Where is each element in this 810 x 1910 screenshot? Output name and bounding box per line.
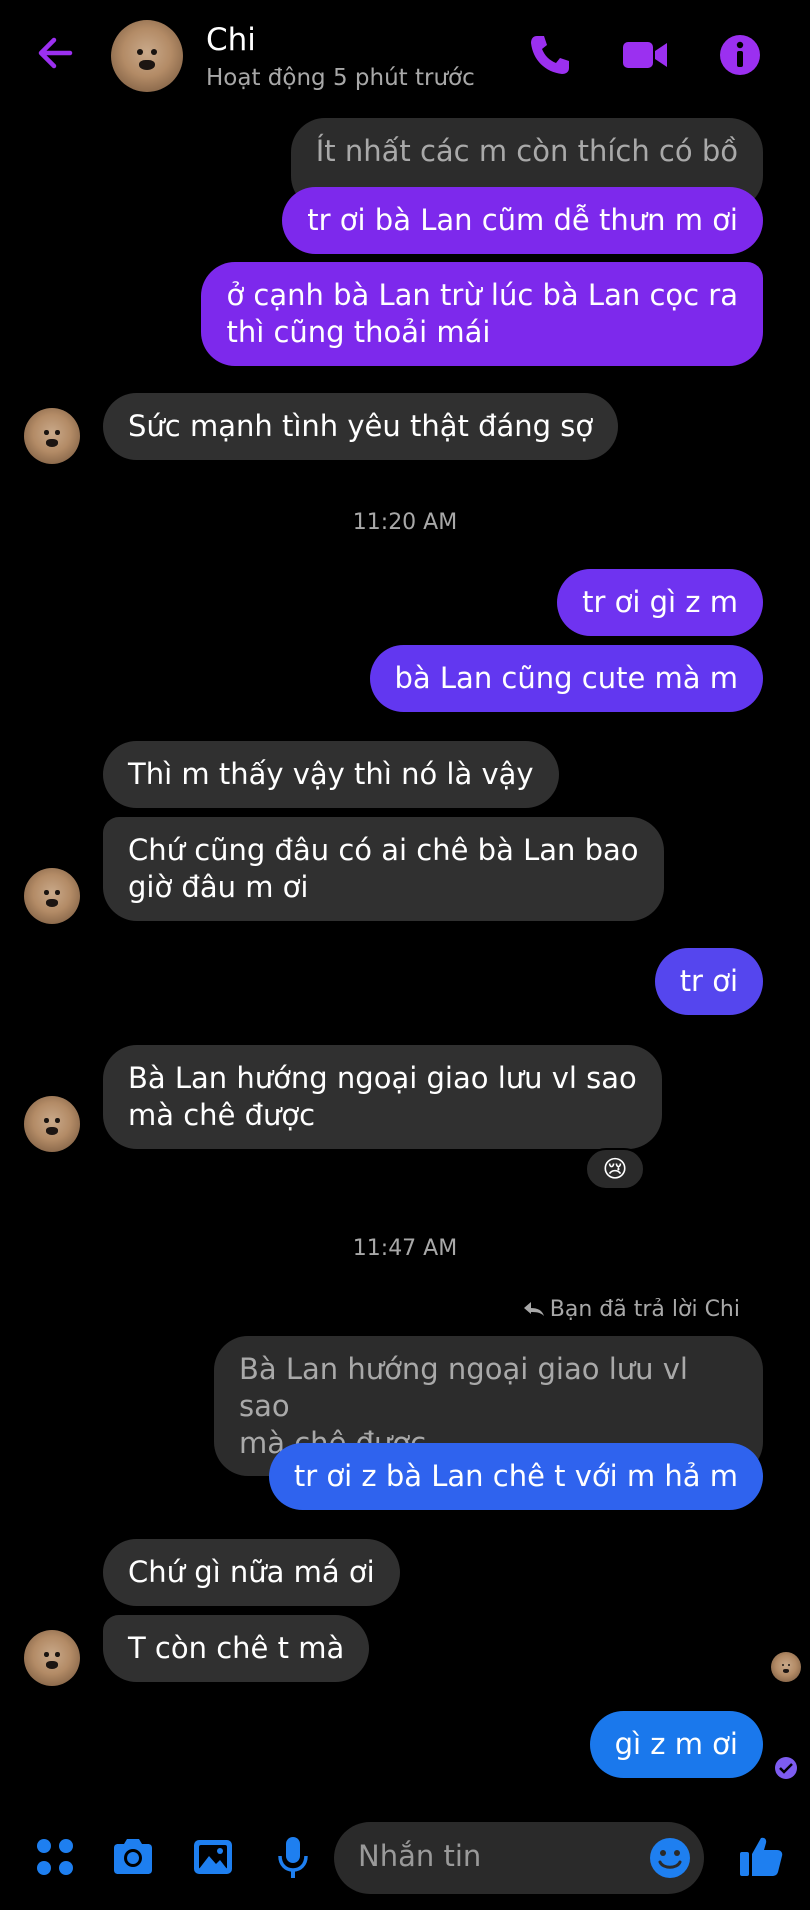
sender-avatar[interactable] bbox=[24, 1096, 80, 1152]
reaction-badge[interactable]: 😢 bbox=[585, 1148, 645, 1190]
seen-avatar bbox=[771, 1652, 801, 1682]
contact-name[interactable]: Chi bbox=[206, 22, 256, 58]
timestamp: 11:20 AM bbox=[352, 510, 458, 535]
message-text: Bà Lan hướng ngoại giao lưu vl sao bbox=[128, 1061, 637, 1095]
incoming-message[interactable]: Chứ gì nữa má ơi bbox=[103, 1539, 400, 1606]
video-camera-icon[interactable] bbox=[620, 30, 670, 80]
delivered-check-icon bbox=[775, 1757, 797, 1779]
outgoing-message[interactable]: tr ơi gì z m bbox=[557, 569, 763, 636]
message-text: Thì m thấy vậy thì nó là vậy bbox=[128, 757, 534, 791]
reply-arrow-icon bbox=[523, 1302, 544, 1316]
message-text: tr ơi z bà Lan chê t với m hả m bbox=[293, 1459, 738, 1493]
camera-icon[interactable] bbox=[110, 1834, 156, 1880]
message-input-placeholder: Nhắn tin bbox=[358, 1839, 482, 1873]
message-text: Ít nhất các m còn thích có bồ bbox=[315, 134, 738, 168]
message-text: Sức mạnh tình yêu thật đáng sợ bbox=[128, 409, 594, 443]
contact-avatar[interactable] bbox=[111, 20, 183, 92]
outgoing-message[interactable]: tr ơi bà Lan cũm dễ thưn m ơi bbox=[282, 187, 763, 254]
microphone-icon[interactable] bbox=[270, 1834, 316, 1880]
message-text: T còn chê t mà bbox=[128, 1631, 345, 1665]
sender-avatar[interactable] bbox=[24, 1630, 80, 1686]
message-text: gì z m ơi bbox=[614, 1727, 738, 1761]
message-text: Chứ gì nữa má ơi bbox=[128, 1555, 375, 1589]
outgoing-message[interactable]: tr ơi z bà Lan chê t với m hả m bbox=[268, 1443, 763, 1510]
image-icon[interactable] bbox=[190, 1834, 236, 1880]
message-text: ở cạnh bà Lan trừ lúc bà Lan cọc ra bbox=[226, 278, 738, 312]
outgoing-message[interactable]: tr ơi bbox=[654, 948, 763, 1015]
active-status: Hoạt động 5 phút trước bbox=[206, 65, 475, 91]
thumbs-up-icon[interactable] bbox=[737, 1832, 785, 1880]
smiley-icon[interactable] bbox=[648, 1836, 692, 1880]
sender-avatar[interactable] bbox=[24, 868, 80, 924]
message-text: tr ơi bà Lan cũm dễ thưn m ơi bbox=[307, 203, 738, 237]
reply-indicator: Bạn đã trả lời Chi bbox=[522, 1297, 740, 1322]
message-text: bà Lan cũng cute mà m bbox=[394, 661, 739, 695]
message-text: Bà Lan hướng ngoại giao lưu vl sao bbox=[239, 1352, 688, 1423]
timestamp: 11:47 AM bbox=[352, 1236, 458, 1261]
incoming-message[interactable]: Bà Lan hướng ngoại giao lưu vl sao mà ch… bbox=[103, 1045, 662, 1149]
outgoing-message[interactable]: ở cạnh bà Lan trừ lúc bà Lan cọc ra thì … bbox=[201, 262, 763, 366]
message-input[interactable]: Nhắn tin bbox=[334, 1822, 704, 1894]
four-dots-icon[interactable] bbox=[32, 1834, 78, 1880]
info-icon[interactable] bbox=[715, 30, 765, 80]
sender-avatar[interactable] bbox=[24, 408, 80, 464]
back-arrow-icon[interactable] bbox=[30, 28, 80, 78]
message-text: Chứ cũng đâu có ai chê bà Lan bao bbox=[128, 833, 639, 867]
message-text: giờ đâu m ơi bbox=[128, 870, 309, 904]
message-text: tr ơi bbox=[679, 964, 738, 998]
incoming-message[interactable]: T còn chê t mà bbox=[103, 1615, 370, 1682]
message-text: tr ơi gì z m bbox=[582, 585, 738, 619]
outgoing-message[interactable]: gì z m ơi bbox=[589, 1711, 763, 1778]
outgoing-message[interactable]: bà Lan cũng cute mà m bbox=[369, 645, 763, 712]
incoming-message[interactable]: Chứ cũng đâu có ai chê bà Lan bao giờ đâ… bbox=[103, 817, 664, 921]
incoming-message[interactable]: Sức mạnh tình yêu thật đáng sợ bbox=[103, 393, 619, 460]
chat-header: Chi Hoạt động 5 phút trước bbox=[0, 0, 810, 112]
phone-icon[interactable] bbox=[525, 30, 575, 80]
reply-indicator-text: Bạn đã trả lời Chi bbox=[549, 1297, 740, 1322]
incoming-message[interactable]: Thì m thấy vậy thì nó là vậy bbox=[103, 741, 559, 808]
message-text: thì cũng thoải mái bbox=[226, 315, 491, 349]
message-text: mà chê được bbox=[128, 1098, 316, 1132]
